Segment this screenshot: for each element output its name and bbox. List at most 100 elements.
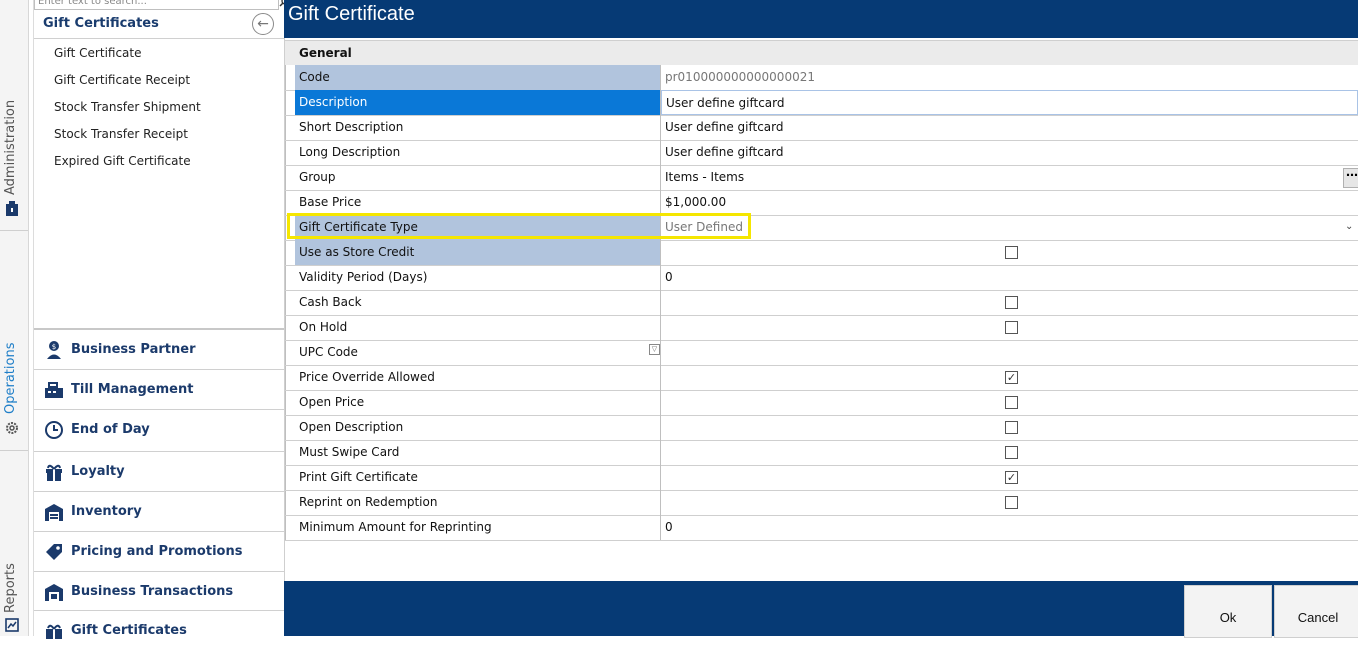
nav-item-expired-gift-certificate[interactable]: Expired Gift Certificate [54, 154, 191, 168]
module-business-partner[interactable]: $ Business Partner [34, 328, 284, 370]
field-value[interactable]: 0 [661, 265, 1358, 290]
field-value[interactable]: User Defined [661, 215, 1358, 240]
group-header-general: General [285, 40, 1358, 65]
tab-reports[interactable]: Reports [0, 555, 28, 636]
module-till-management[interactable]: Till Management [34, 369, 284, 410]
module-label: Business Partner [71, 342, 196, 357]
ok-button[interactable]: Ok [1184, 585, 1272, 638]
field-value[interactable]: User define giftcard [661, 115, 1358, 140]
field-print-gift-certificate[interactable]: Print Gift Certificate ✓ [285, 465, 1358, 491]
field-label: Print Gift Certificate [295, 465, 661, 490]
field-value[interactable]: 0 [661, 515, 1358, 540]
field-value[interactable]: $1,000.00 [661, 190, 1358, 215]
field-group[interactable]: Group Items - Items ⋯ [285, 165, 1358, 191]
field-label: Open Description [295, 415, 661, 440]
tab-operations[interactable]: Operations [0, 330, 28, 445]
module-loyalty[interactable]: Loyalty [34, 451, 284, 492]
field-label: Group [295, 165, 661, 190]
field-label: Cash Back [295, 290, 661, 315]
nav-item-stock-transfer-receipt[interactable]: Stock Transfer Receipt [54, 127, 188, 141]
field-label: On Hold [295, 315, 661, 340]
back-arrow-icon[interactable]: ← [252, 13, 274, 35]
cash-back-checkbox[interactable] [1005, 296, 1018, 309]
tab-separator [0, 450, 28, 451]
tab-separator [0, 230, 28, 231]
field-label: Description [295, 90, 661, 115]
module-label: Till Management [71, 382, 194, 397]
must-swipe-checkbox[interactable] [1005, 446, 1018, 459]
filter-icon[interactable]: ▽ [649, 344, 660, 355]
module-inventory[interactable]: Inventory [34, 491, 284, 532]
module-gift-certificates[interactable]: Gift Certificates [34, 610, 284, 651]
field-long-description[interactable]: Long Description User define giftcard [285, 140, 1358, 166]
field-value[interactable]: User define giftcard [661, 140, 1358, 165]
field-label: Use as Store Credit [295, 240, 661, 265]
field-value[interactable]: User define giftcard [661, 90, 1358, 115]
field-label: Validity Period (Days) [295, 265, 661, 290]
search-input[interactable]: Enter text to search... [34, 0, 279, 10]
tab-operations-label: Operations [3, 342, 18, 414]
module-end-of-day[interactable]: End of Day [34, 409, 284, 450]
svg-text:$: $ [52, 343, 56, 351]
field-price-override-allowed[interactable]: Price Override Allowed ✓ [285, 365, 1358, 391]
field-label: Price Override Allowed [295, 365, 661, 390]
tab-administration[interactable]: Administration [0, 95, 28, 230]
field-short-description[interactable]: Short Description User define giftcard [285, 115, 1358, 141]
module-label: Loyalty [71, 464, 125, 479]
section-title: Gift Certificates [43, 16, 159, 31]
administration-icon [4, 201, 20, 217]
callout-highlight-box [287, 213, 751, 239]
field-value[interactable]: pr010000000000000021 [661, 65, 1358, 90]
field-on-hold[interactable]: On Hold [285, 315, 1358, 341]
field-label: Long Description [295, 140, 661, 165]
module-label: Inventory [71, 504, 142, 519]
field-minimum-amount-for-reprinting[interactable]: Minimum Amount for Reprinting 0 [285, 515, 1358, 541]
field-upc-code[interactable]: UPC Code ▽ [285, 340, 1358, 366]
module-label: Pricing and Promotions [71, 544, 243, 559]
field-open-price[interactable]: Open Price [285, 390, 1358, 416]
reports-icon [4, 617, 20, 633]
field-value[interactable] [661, 340, 1358, 365]
module-label: Business Transactions [71, 584, 234, 599]
field-validity-period[interactable]: Validity Period (Days) 0 [285, 265, 1358, 291]
field-label: Short Description [295, 115, 661, 140]
price-override-checkbox[interactable]: ✓ [1005, 371, 1018, 384]
nav-item-gift-certificate[interactable]: Gift Certificate [54, 46, 142, 60]
tab-reports-label: Reports [3, 563, 18, 613]
cancel-button[interactable]: Cancel [1274, 585, 1358, 638]
field-label: Code [295, 65, 661, 90]
field-label: Reprint on Redemption [295, 490, 661, 515]
store-credit-checkbox[interactable] [1005, 246, 1018, 259]
field-description[interactable]: Description User define giftcard [285, 90, 1358, 116]
field-open-description[interactable]: Open Description [285, 415, 1358, 441]
field-label: Base Price [295, 190, 661, 215]
page-title: Gift Certificate [288, 3, 415, 25]
field-code[interactable]: Code pr010000000000000021 [285, 65, 1358, 91]
gift-certificate-icon [44, 621, 64, 641]
chevron-down-icon[interactable]: ⌄ [1345, 221, 1353, 232]
module-business-transactions[interactable]: Business Transactions [34, 571, 284, 612]
field-label: Minimum Amount for Reprinting [295, 515, 661, 540]
clock-icon [44, 420, 64, 440]
field-value[interactable]: Items - Items [661, 165, 1358, 190]
warehouse-icon [44, 502, 64, 522]
field-use-as-store-credit[interactable]: Use as Store Credit [285, 240, 1358, 266]
form-header: Gift Certificate [284, 0, 1358, 38]
ellipsis-button[interactable]: ⋯ [1343, 168, 1358, 188]
business-partner-icon: $ [44, 340, 64, 360]
nav-item-gift-certificate-receipt[interactable]: Gift Certificate Receipt [54, 73, 190, 87]
reprint-checkbox[interactable] [1005, 496, 1018, 509]
gear-icon [4, 420, 20, 436]
on-hold-checkbox[interactable] [1005, 321, 1018, 334]
module-pricing-and-promotions[interactable]: Pricing and Promotions [34, 531, 284, 572]
transactions-icon [44, 582, 64, 602]
nav-item-stock-transfer-shipment[interactable]: Stock Transfer Shipment [54, 100, 201, 114]
field-must-swipe-card[interactable]: Must Swipe Card [285, 440, 1358, 466]
open-description-checkbox[interactable] [1005, 421, 1018, 434]
field-cash-back[interactable]: Cash Back [285, 290, 1358, 316]
field-label: Open Price [295, 390, 661, 415]
open-price-checkbox[interactable] [1005, 396, 1018, 409]
section-header: Gift Certificates ← [34, 10, 284, 39]
print-gift-certificate-checkbox[interactable]: ✓ [1005, 471, 1018, 484]
field-reprint-on-redemption[interactable]: Reprint on Redemption [285, 490, 1358, 516]
